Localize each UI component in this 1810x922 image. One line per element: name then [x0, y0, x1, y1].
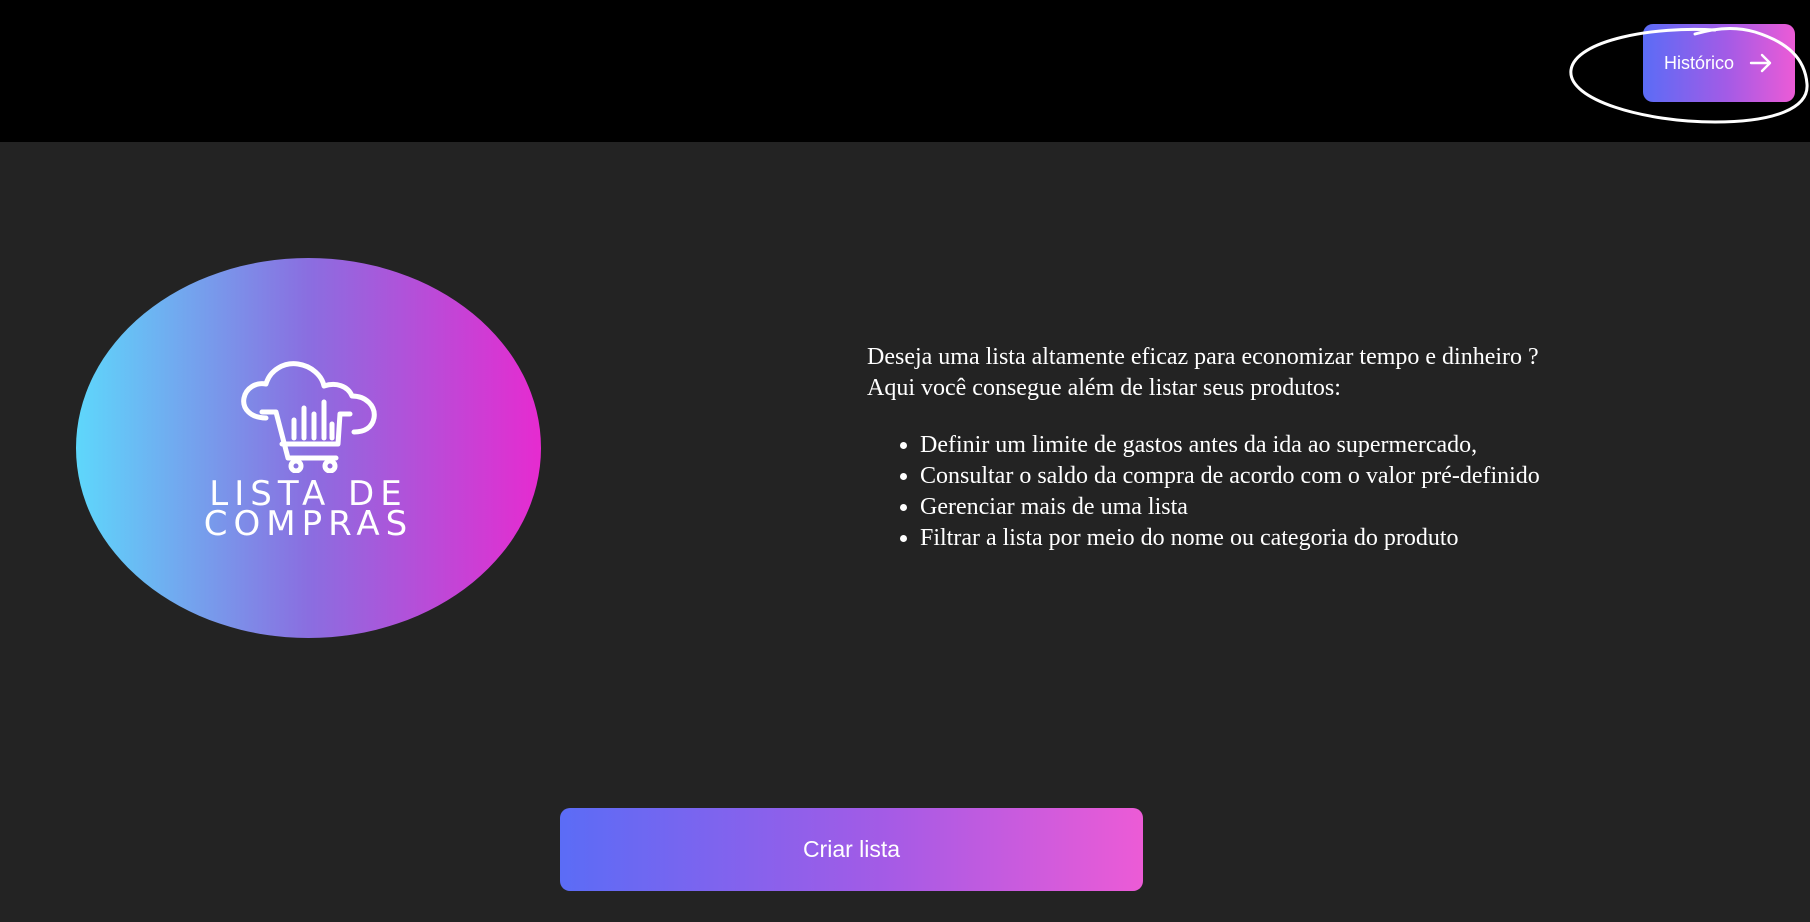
intro-section: Deseja uma lista altamente eficaz para e… [867, 342, 1767, 554]
history-button[interactable]: Histórico [1643, 24, 1795, 102]
list-item: Gerenciar mais de uma lista [920, 492, 1767, 523]
intro-headline: Deseja uma lista altamente eficaz para e… [867, 344, 1539, 370]
list-item: Consultar o saldo da compra de acordo co… [920, 461, 1767, 492]
list-item: Filtrar a lista por meio do nome ou cate… [920, 523, 1767, 554]
intro-subline: Aqui você consegue além de listar seus p… [867, 375, 1341, 401]
arrow-right-icon [1748, 50, 1774, 76]
history-button-label: Histórico [1663, 52, 1734, 73]
create-list-button[interactable]: Criar lista [560, 808, 1143, 891]
top-bar [0, 0, 1810, 142]
cloud-cart-icon [241, 361, 377, 473]
list-item: Definir um limite de gastos antes da ida… [920, 430, 1767, 461]
create-list-label: Criar lista [802, 836, 901, 862]
logo-title-line-2: COMPRAS [203, 504, 414, 544]
feature-list: Definir um limite de gastos antes da ida… [867, 430, 1767, 554]
